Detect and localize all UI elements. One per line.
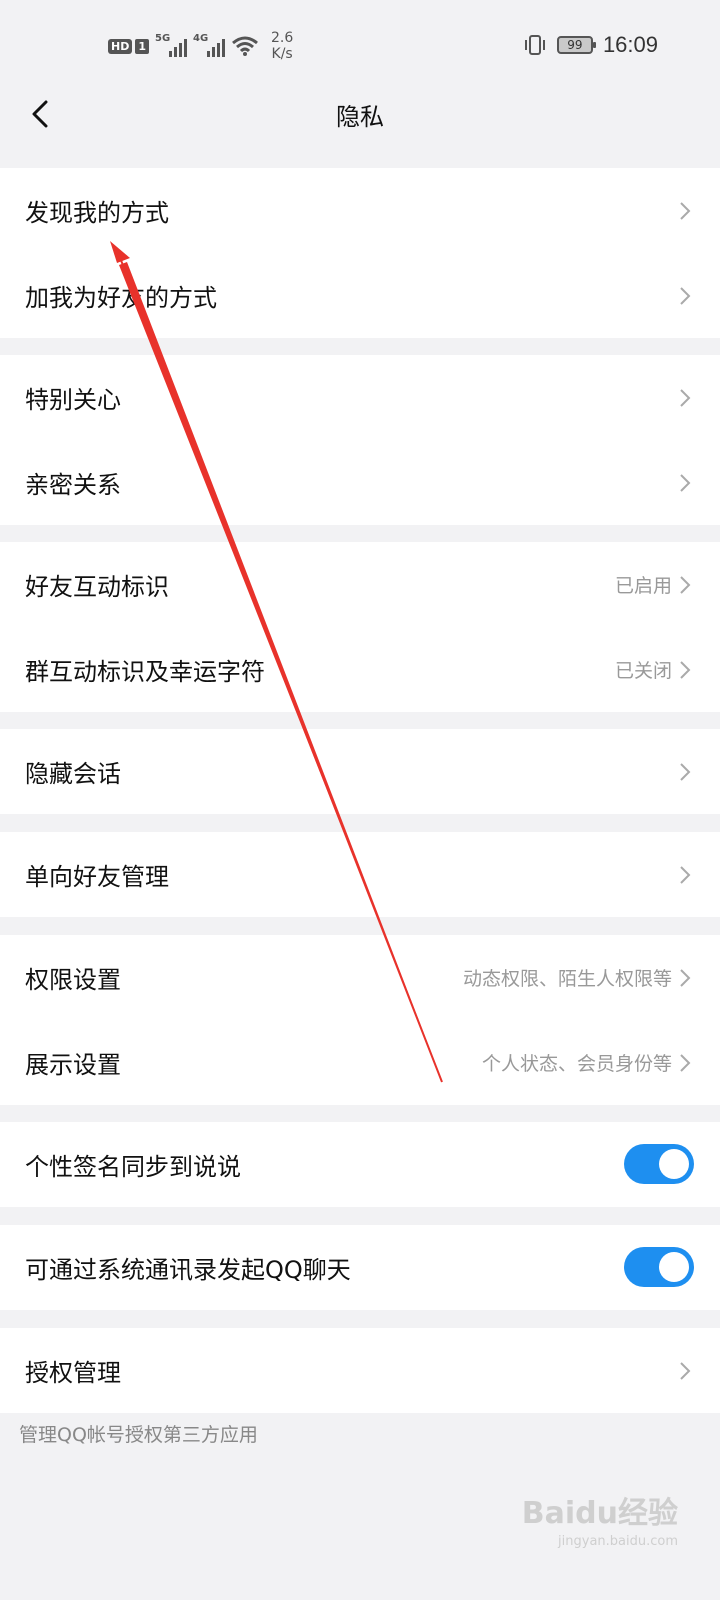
row-label: 特别关心 [25, 386, 121, 414]
toggle-knob [659, 1149, 689, 1179]
group-discovery: 发现我的方式 加我为好友的方式 [0, 168, 720, 338]
group-hidden-chat: 隐藏会话 [0, 729, 720, 814]
group-signature-sync: 个性签名同步到说说 [0, 1122, 720, 1207]
sim-icon: 1 [135, 38, 149, 54]
baidu-watermark: Baidu经验 jingyan.baidu.com [522, 1488, 678, 1549]
status-bar: HD 1 5G 4G 2.6 K/s 99 16:09 [0, 0, 720, 90]
row-display-settings[interactable]: 展示设置 个人状态、会员身份等 [0, 1020, 720, 1105]
status-left: HD 1 5G 4G 2.6 K/s [108, 30, 293, 62]
speed-unit: K/s [271, 46, 293, 62]
chevron-right-icon [680, 1362, 691, 1380]
hd-icon: HD [108, 38, 133, 54]
row-label: 群互动标识及幸运字符 [25, 658, 265, 686]
row-contacts-chat: 可通过系统通讯录发起QQ聊天 [0, 1225, 720, 1310]
battery-level: 99 [567, 38, 583, 52]
row-hint: 个人状态、会员身份等 [481, 1053, 672, 1075]
network-type-5g: 5G [155, 33, 171, 44]
row-label: 发现我的方式 [25, 199, 169, 227]
wifi-icon [232, 36, 258, 56]
row-label: 个性签名同步到说说 [25, 1153, 241, 1181]
row-label: 可通过系统通讯录发起QQ聊天 [25, 1256, 351, 1284]
row-hidden-chat[interactable]: 隐藏会话 [0, 729, 720, 814]
signal-5g-icon: 5G [155, 33, 187, 57]
row-group-interaction-mark[interactable]: 群互动标识及幸运字符 已关闭 [0, 627, 720, 712]
row-one-way-friends[interactable]: 单向好友管理 [0, 832, 720, 917]
group-relations: 特别关心 亲密关系 [0, 355, 720, 525]
row-friend-interaction-mark[interactable]: 好友互动标识 已启用 [0, 542, 720, 627]
group-authorization: 授权管理 [0, 1328, 720, 1413]
chevron-right-icon [680, 969, 691, 987]
row-label: 亲密关系 [25, 471, 121, 499]
row-signature-sync: 个性签名同步到说说 [0, 1122, 720, 1207]
row-intimate-relation[interactable]: 亲密关系 [0, 440, 720, 525]
clock: 16:09 [602, 32, 658, 57]
speed-value: 2.6 [271, 30, 294, 46]
row-permission-settings[interactable]: 权限设置 动态权限、陌生人权限等 [0, 935, 720, 1020]
row-find-me[interactable]: 发现我的方式 [0, 168, 720, 253]
chevron-right-icon [680, 866, 691, 884]
page-title: 隐私 [336, 103, 384, 131]
chevron-right-icon [680, 1054, 691, 1072]
hd-indicator: HD 1 [108, 38, 149, 54]
chevron-right-icon [680, 763, 691, 781]
toggle-knob [659, 1252, 689, 1282]
group-contacts-chat: 可通过系统通讯录发起QQ聊天 [0, 1225, 720, 1310]
network-speed: 2.6 K/s [271, 30, 293, 62]
row-add-friend-method[interactable]: 加我为好友的方式 [0, 253, 720, 338]
watermark-brand: Baidu经验 [521, 1496, 678, 1531]
signal-4g-icon: 4G [193, 33, 225, 57]
chevron-right-icon [680, 661, 691, 679]
row-special-care[interactable]: 特别关心 [0, 355, 720, 440]
chevron-right-icon [680, 389, 691, 407]
row-label: 隐藏会话 [25, 760, 121, 788]
vibrate-icon [524, 35, 545, 55]
row-authorization-management[interactable]: 授权管理 [0, 1328, 720, 1413]
contacts-chat-toggle[interactable] [624, 1247, 694, 1287]
nav-bar: 隐私 [0, 80, 720, 150]
status-right: 99 16:09 [523, 32, 658, 58]
row-label: 展示设置 [25, 1051, 121, 1079]
row-status: 已关闭 [614, 660, 672, 682]
signature-sync-toggle[interactable] [624, 1144, 694, 1184]
group-permissions: 权限设置 动态权限、陌生人权限等 展示设置 个人状态、会员身份等 [0, 935, 720, 1105]
chevron-right-icon [680, 202, 691, 220]
row-label: 权限设置 [25, 966, 121, 994]
row-label: 单向好友管理 [25, 863, 169, 891]
watermark-domain: jingyan.baidu.com [558, 1534, 678, 1549]
row-label: 好友互动标识 [25, 573, 169, 601]
battery-icon: 99 [556, 36, 596, 54]
row-hint: 动态权限、陌生人权限等 [462, 968, 672, 990]
row-label: 授权管理 [25, 1359, 121, 1387]
network-type-4g: 4G [193, 33, 209, 44]
row-label: 加我为好友的方式 [25, 284, 217, 312]
chevron-right-icon [680, 576, 691, 594]
row-status: 已启用 [614, 575, 672, 597]
group-one-way-friends: 单向好友管理 [0, 832, 720, 917]
chevron-right-icon [680, 474, 691, 492]
chevron-right-icon [680, 287, 691, 305]
group-interaction-marks: 好友互动标识 已启用 群互动标识及幸运字符 已关闭 [0, 542, 720, 712]
authorization-footnote: 管理QQ帐号授权第三方应用 [19, 1424, 258, 1446]
